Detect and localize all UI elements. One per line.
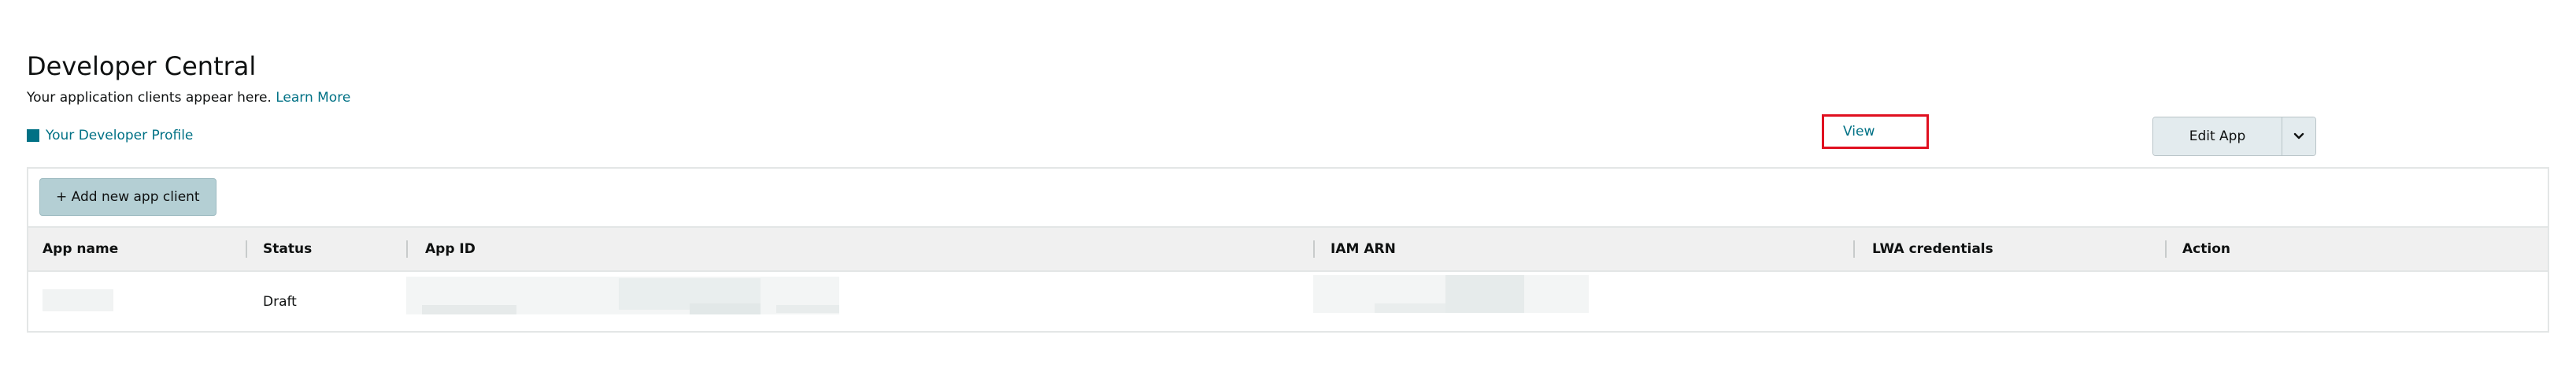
learn-more-link[interactable]: Learn More xyxy=(276,90,350,106)
column-header-iam-arn[interactable]: IAM ARN xyxy=(1331,228,1396,270)
add-new-app-client-button[interactable]: + Add new app client xyxy=(39,178,217,216)
app-clients-panel: + Add new app client App name Status App… xyxy=(27,167,2549,333)
redacted-app-id-block xyxy=(690,303,761,314)
column-header-action[interactable]: Action xyxy=(2182,228,2230,270)
page-subtitle: Your application clients appear here. Le… xyxy=(27,88,350,107)
panel-toolbar: + Add new app client xyxy=(28,169,2548,228)
subtitle-text: Your application clients appear here. xyxy=(27,90,272,106)
view-lwa-credentials-link[interactable]: View xyxy=(1843,124,1875,140)
redacted-app-name xyxy=(43,289,113,311)
edit-app-button[interactable]: Edit App xyxy=(2153,117,2282,155)
developer-profile-link-label[interactable]: Your Developer Profile xyxy=(46,126,193,145)
column-header-status[interactable]: Status xyxy=(263,228,312,270)
column-header-lwa-credentials[interactable]: LWA credentials xyxy=(1872,228,1993,270)
column-separator xyxy=(406,240,408,258)
chevron-down-icon xyxy=(2293,132,2304,140)
lwa-credentials-highlight: View xyxy=(1822,114,1929,149)
column-separator xyxy=(1853,240,1855,258)
page-title: Developer Central xyxy=(27,51,257,81)
column-header-app-id[interactable]: App ID xyxy=(425,228,476,270)
row-status: Draft xyxy=(263,294,297,310)
redacted-iam-arn-block xyxy=(1445,275,1524,313)
column-separator xyxy=(246,240,247,258)
column-separator xyxy=(2165,240,2167,258)
column-separator xyxy=(1313,240,1315,258)
redacted-iam-arn-block xyxy=(1375,303,1445,313)
redacted-app-id-block xyxy=(422,305,516,314)
column-header-app-name[interactable]: App name xyxy=(43,228,118,270)
table-header: App name Status App ID IAM ARN LWA crede… xyxy=(28,228,2548,272)
edit-app-split-button: Edit App xyxy=(2152,117,2316,156)
redacted-app-id-block xyxy=(776,305,839,313)
developer-profile-link[interactable]: Your Developer Profile xyxy=(27,126,193,145)
edit-app-dropdown-button[interactable] xyxy=(2282,117,2315,155)
square-icon xyxy=(27,129,39,142)
table-row: Draft xyxy=(28,272,2548,332)
